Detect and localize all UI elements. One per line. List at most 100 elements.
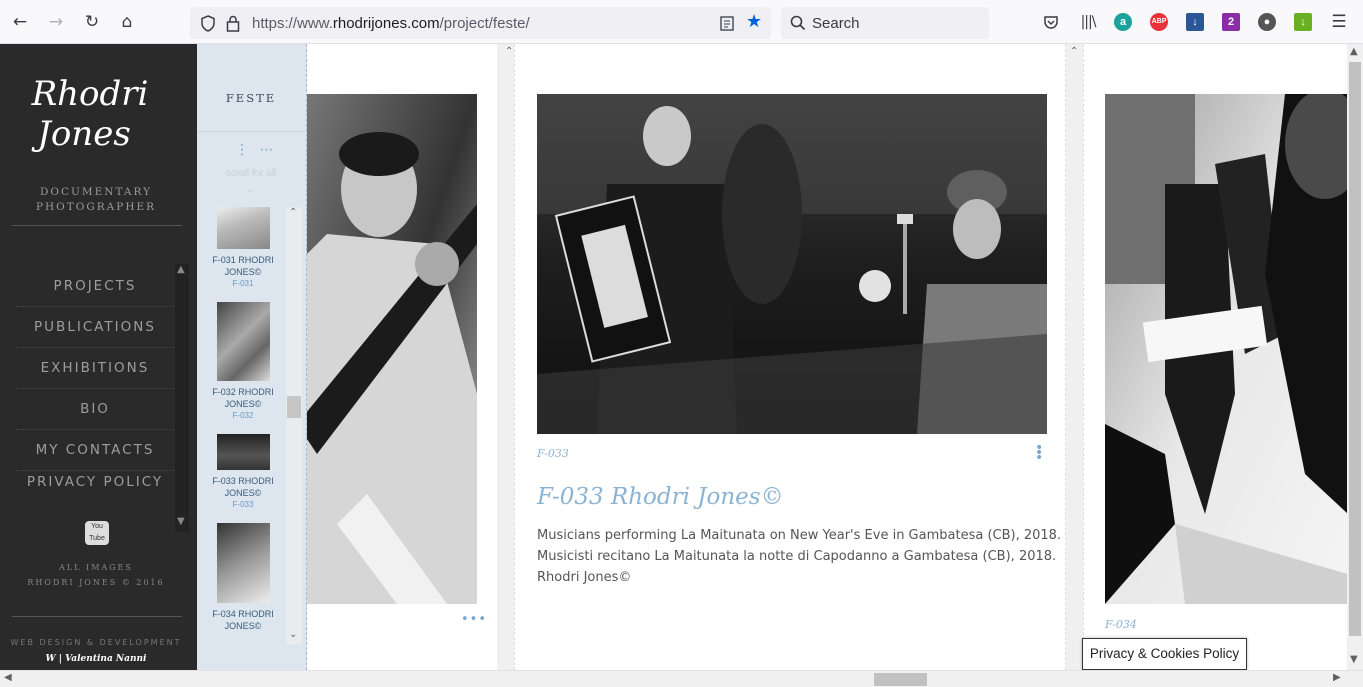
gallery-card-previous: •••	[307, 44, 497, 670]
extension-circles-icon[interactable]: ●	[1258, 13, 1276, 31]
thumbnail-list: F-031 RHODRI JONES© F-031 F-032 RHODRI J…	[201, 207, 285, 645]
photo-code: F-033	[537, 447, 569, 460]
project-title: FESTE	[225, 91, 277, 105]
home-icon[interactable]: ⌂	[117, 12, 137, 32]
url-prefix: https://www.	[252, 15, 333, 32]
menu-hamburger-icon[interactable]: ☰	[1329, 12, 1349, 32]
thumbnail-item[interactable]: F-033 RHODRI JONES© F-033	[201, 434, 285, 511]
credit-link[interactable]: W | Valentina Nanni	[0, 654, 192, 664]
search-placeholder: Search	[812, 15, 860, 32]
logo-line1: Rhodri	[31, 74, 149, 114]
thumbnail-image[interactable]	[216, 207, 270, 249]
description-line: Musicisti recitano La Maitunata la notte…	[537, 549, 1057, 564]
thumbnail-item[interactable]: F-034 RHODRI JONES©	[201, 523, 285, 632]
thumbnail-title[interactable]: F-031 RHODRI JONES©	[201, 254, 285, 278]
menu-item-projects[interactable]: PROJECTS	[16, 266, 174, 307]
site-sidebar: Rhodri Jones DOCUMENTARY PHOTOGRAPHER PR…	[0, 44, 197, 670]
menu-item-privacy[interactable]: PRIVACY POLICY	[16, 471, 174, 513]
description-line: Rhodri Jones©	[537, 570, 632, 585]
search-box[interactable]: Search	[781, 7, 989, 39]
photo-description: Musicians performing La Maitunata on New…	[537, 525, 1061, 588]
gap: ⌃	[505, 44, 514, 670]
menu-scrollbar[interactable]: ▲ ▼	[175, 264, 189, 532]
thumbnail-item[interactable]: F-032 RHODRI JONES© F-032	[201, 302, 285, 422]
forward-icon[interactable]: →	[46, 12, 66, 32]
photo-current[interactable]	[537, 94, 1047, 434]
menu-item-bio[interactable]: BIO	[16, 389, 174, 430]
thumbnail-title[interactable]: F-034 RHODRI JONES©	[201, 608, 285, 632]
scroll-right-icon[interactable]: ▶	[1333, 672, 1341, 683]
thumbnail-image[interactable]	[216, 302, 270, 381]
scroll-hint: scroll for all	[225, 168, 277, 179]
more-options-icon[interactable]: •••	[1035, 441, 1043, 465]
chevron-up-icon: ⌃	[1070, 46, 1079, 57]
site-tagline: DOCUMENTARY PHOTOGRAPHER	[0, 185, 192, 215]
photo-code: F-034	[1105, 618, 1137, 631]
site-logo[interactable]: Rhodri Jones	[0, 74, 180, 154]
description-line: Musicians performing La Maitunata on New…	[537, 528, 1062, 543]
scroll-down-icon[interactable]: ⌄	[289, 629, 297, 640]
thumbnail-panel: FESTE ⋮ ⋯ scroll for all ⌄ F-031 RHODRI …	[197, 44, 307, 670]
photo-previous[interactable]	[307, 94, 477, 604]
scroll-down-icon[interactable]: ▼	[177, 516, 185, 527]
scroll-thumb[interactable]	[874, 673, 927, 686]
chevron-down-icon: ⌄	[246, 184, 255, 195]
thumbnail-code: F-033	[232, 500, 254, 509]
credit-label: WEB DESIGN & DEVELOPMENT	[10, 638, 182, 647]
address-bar[interactable]: https://www.rhodrijones.com/project/fest…	[190, 7, 771, 39]
thumbnail-title[interactable]: F-032 RHODRI JONES©	[201, 386, 285, 410]
browser-toolbar: ← → ↻ ⌂ https://www.rhodrijones.com/proj…	[0, 0, 1363, 44]
logo-line2: Jones	[37, 114, 131, 154]
main-menu: PROJECTS PUBLICATIONS EXHIBITIONS BIO MY…	[16, 266, 174, 513]
rights-line1: ALL IMAGES	[59, 563, 133, 572]
scroll-thumb[interactable]	[287, 396, 301, 418]
menu-item-contacts[interactable]: MY CONTACTS	[16, 430, 174, 471]
privacy-cookies-button[interactable]: Privacy & Cookies Policy	[1082, 638, 1247, 670]
scroll-left-icon[interactable]: ◀	[4, 672, 12, 683]
gallery: ••• ⌃ F-033 • • • F-033 Rhodri Jones© Musi…	[307, 44, 1347, 670]
menu-item-exhibitions[interactable]: EXHIBITIONS	[16, 348, 174, 389]
divider	[197, 131, 305, 132]
reload-icon[interactable]: ↻	[82, 12, 102, 32]
lock-icon[interactable]	[226, 15, 240, 32]
thumbnail-scrollbar[interactable]: ⌃ ⌄	[286, 207, 302, 645]
scroll-thumb[interactable]	[1349, 62, 1361, 636]
thumbnail-image[interactable]	[216, 434, 270, 470]
menu-item-publications[interactable]: PUBLICATIONS	[16, 307, 174, 348]
shield-icon[interactable]	[200, 15, 216, 32]
thumbnail-code: F-031	[232, 279, 254, 288]
scroll-down-icon[interactable]: ▼	[1350, 654, 1358, 665]
amazon-assistant-icon[interactable]: a	[1114, 13, 1132, 31]
photo-title: F-033 Rhodri Jones©	[537, 484, 784, 510]
copyright: ALL IMAGES RHODRI JONES © 2016	[0, 560, 192, 590]
scroll-up-icon[interactable]: ⌃	[289, 207, 297, 218]
gallery-card-current: F-033 • • • F-033 Rhodri Jones© Musicians …	[514, 44, 1066, 670]
url-text[interactable]: https://www.rhodrijones.com/project/fest…	[252, 15, 530, 32]
adblock-plus-icon[interactable]: ABP	[1150, 13, 1168, 31]
thumbnail-item[interactable]: F-031 RHODRI JONES© F-031	[201, 207, 285, 290]
url-domain: rhodrijones.com	[332, 15, 440, 32]
tagline-line2: PHOTOGRAPHER	[35, 201, 157, 213]
extension-2-icon[interactable]: 2	[1222, 13, 1240, 31]
page-horizontal-scrollbar[interactable]: ◀ ▶	[0, 670, 1363, 687]
view-options-icon[interactable]: ⋮ ⋯	[235, 142, 276, 158]
scroll-up-icon[interactable]: ▲	[1350, 46, 1358, 57]
youtube-icon[interactable]: You Tube	[85, 521, 109, 545]
reader-view-icon[interactable]	[720, 16, 734, 31]
thumbnail-title[interactable]: F-033 RHODRI JONES©	[201, 475, 285, 499]
page-vertical-scrollbar[interactable]: ▲ ▼	[1347, 44, 1363, 670]
extension-arrow-icon[interactable]: ↓	[1294, 13, 1312, 31]
tagline-line1: DOCUMENTARY	[39, 186, 153, 198]
scroll-up-icon[interactable]: ▲	[177, 264, 185, 275]
bookmark-star-icon[interactable]: ★	[746, 11, 762, 32]
library-icon[interactable]: |||\	[1078, 12, 1098, 32]
photo-next[interactable]	[1105, 94, 1347, 604]
download-icon[interactable]: ↓	[1186, 13, 1204, 31]
url-path: /project/feste/	[439, 15, 530, 32]
divider	[12, 225, 182, 226]
divider	[12, 616, 182, 617]
more-options-icon[interactable]: •••	[461, 612, 487, 627]
pocket-icon[interactable]	[1043, 14, 1059, 30]
thumbnail-image[interactable]	[216, 523, 270, 603]
back-icon[interactable]: ←	[10, 12, 30, 32]
